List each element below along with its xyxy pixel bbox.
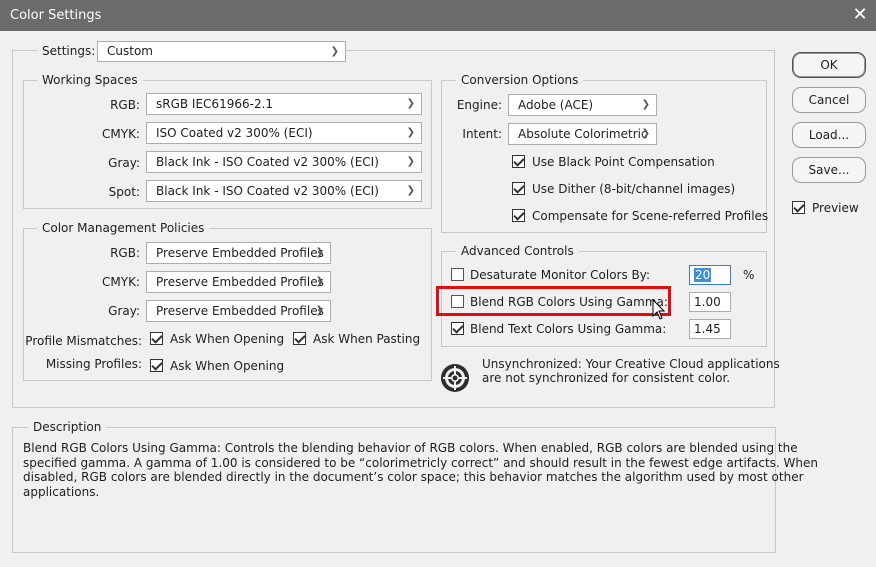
desaturate-checkbox[interactable] xyxy=(451,268,464,281)
intent-dropdown[interactable]: Absolute Colorimetric ❯ xyxy=(508,123,657,145)
ws-cmyk-dropdown[interactable]: ISO Coated v2 300% (ECI) ❯ xyxy=(146,122,422,144)
blend-text-value: 1.45 xyxy=(694,322,721,336)
blend-rgb-label[interactable]: Blend RGB Colors Using Gamma: xyxy=(470,295,668,309)
policy-gray-value: Preserve Embedded Profiles xyxy=(156,304,324,318)
chevron-down-icon: ❯ xyxy=(315,247,324,258)
ws-spot-dropdown[interactable]: Black Ink - ISO Coated v2 300% (ECI) ❯ xyxy=(146,180,422,202)
ws-cmyk-label: CMYK: xyxy=(102,127,140,141)
missing-ask-opening-label[interactable]: Ask When Opening xyxy=(170,359,284,373)
ws-rgb-label: RGB: xyxy=(110,98,140,112)
ws-cmyk-value: ISO Coated v2 300% (ECI) xyxy=(156,126,313,140)
chevron-down-icon: ❯ xyxy=(641,99,650,110)
dither-checkbox[interactable] xyxy=(512,182,525,195)
ask-opening-checkbox[interactable] xyxy=(150,332,163,345)
blend-text-checkbox[interactable] xyxy=(451,322,464,335)
chevron-down-icon: ❯ xyxy=(406,185,415,196)
desaturate-input[interactable]: 20 xyxy=(689,265,731,285)
settings-value: Custom xyxy=(107,44,153,58)
settings-dropdown[interactable]: Custom ❯ xyxy=(97,41,346,62)
working-spaces-legend: Working Spaces xyxy=(37,73,143,87)
ws-rgb-value: sRGB IEC61966-2.1 xyxy=(156,97,274,111)
save-button[interactable]: Save... xyxy=(792,157,866,183)
policy-gray-label: Gray: xyxy=(108,304,140,318)
black-point-label[interactable]: Use Black Point Compensation xyxy=(532,155,715,169)
scene-referred-label[interactable]: Compensate for Scene-referred Profiles xyxy=(532,209,768,223)
blend-text-input[interactable]: 1.45 xyxy=(689,319,731,339)
scene-referred-checkbox[interactable] xyxy=(512,209,525,222)
preview-label[interactable]: Preview xyxy=(812,201,859,215)
missing-ask-opening-checkbox[interactable] xyxy=(150,359,163,372)
close-icon[interactable]: ✕ xyxy=(848,4,872,26)
policy-rgb-value: Preserve Embedded Profiles xyxy=(156,246,324,260)
policy-rgb-dropdown[interactable]: Preserve Embedded Profiles ❯ xyxy=(146,242,331,264)
policy-rgb-label: RGB: xyxy=(110,246,140,260)
conversion-legend: Conversion Options xyxy=(456,73,584,87)
chevron-down-icon: ❯ xyxy=(406,98,415,109)
preview-checkbox[interactable] xyxy=(792,201,805,214)
ws-rgb-dropdown[interactable]: sRGB IEC61966-2.1 ❯ xyxy=(146,93,422,115)
desaturate-label[interactable]: Desaturate Monitor Colors By: xyxy=(470,268,650,282)
ws-gray-dropdown[interactable]: Black Ink - ISO Coated v2 300% (ECI) ❯ xyxy=(146,151,422,173)
chevron-down-icon: ❯ xyxy=(406,127,415,138)
engine-label: Engine: xyxy=(456,98,502,112)
dither-label[interactable]: Use Dither (8-bit/channel images) xyxy=(532,182,735,196)
mouse-cursor-icon xyxy=(652,299,666,320)
engine-value: Adobe (ACE) xyxy=(518,98,594,112)
blend-text-label[interactable]: Blend Text Colors Using Gamma: xyxy=(470,322,666,336)
description-legend: Description xyxy=(28,420,107,434)
black-point-checkbox[interactable] xyxy=(512,155,525,168)
description-line: Blend RGB Colors Using Gamma: Controls t… xyxy=(23,441,798,455)
ask-pasting-label[interactable]: Ask When Pasting xyxy=(313,332,420,346)
description-line: applications. xyxy=(23,484,100,499)
load-button[interactable]: Load... xyxy=(792,122,866,148)
policy-cmyk-dropdown[interactable]: Preserve Embedded Profiles ❯ xyxy=(146,271,331,293)
engine-dropdown[interactable]: Adobe (ACE) ❯ xyxy=(508,94,657,116)
chevron-down-icon: ❯ xyxy=(315,305,324,316)
title-bar: Color Settings ✕ xyxy=(0,0,876,31)
ask-pasting-checkbox[interactable] xyxy=(293,332,306,345)
desaturate-unit: % xyxy=(743,268,755,282)
profile-mismatches-label: Profile Mismatches: xyxy=(25,334,142,348)
policy-cmyk-value: Preserve Embedded Profiles xyxy=(156,275,324,289)
ws-gray-label: Gray: xyxy=(108,156,140,170)
intent-value: Absolute Colorimetric xyxy=(518,127,648,141)
sync-line-2: are not synchronized for consistent colo… xyxy=(482,371,731,385)
ws-gray-value: Black Ink - ISO Coated v2 300% (ECI) xyxy=(156,155,379,169)
chevron-down-icon: ❯ xyxy=(330,46,339,57)
missing-profiles-label: Missing Profiles: xyxy=(45,357,142,371)
ask-opening-label[interactable]: Ask When Opening xyxy=(170,332,284,346)
intent-label: Intent: xyxy=(462,127,502,141)
policy-cmyk-label: CMYK: xyxy=(102,275,140,289)
policies-legend: Color Management Policies xyxy=(37,221,210,235)
ws-spot-label: Spot: xyxy=(108,185,140,199)
ok-button[interactable]: OK xyxy=(792,52,866,78)
blend-rgb-value: 1.00 xyxy=(694,295,721,309)
description-text: Blend RGB Colors Using Gamma: Controls t… xyxy=(23,441,818,499)
policy-gray-dropdown[interactable]: Preserve Embedded Profiles ❯ xyxy=(146,300,331,322)
sync-line-1: Unsynchronized: Your Creative Cloud appl… xyxy=(482,357,780,371)
chevron-down-icon: ❯ xyxy=(406,156,415,167)
settings-label: Settings: xyxy=(37,44,101,58)
sync-status-icon xyxy=(441,364,469,392)
chevron-down-icon: ❯ xyxy=(315,276,324,287)
description-line: disabled, RGB colors are blended directl… xyxy=(23,470,804,484)
cancel-button[interactable]: Cancel xyxy=(792,87,866,113)
blend-rgb-checkbox[interactable] xyxy=(451,295,464,308)
description-line: specified gamma. A gamma of 1.00 is cons… xyxy=(23,455,818,470)
window-title: Color Settings xyxy=(10,8,102,23)
blend-rgb-input[interactable]: 1.00 xyxy=(689,292,731,312)
desaturate-value: 20 xyxy=(694,268,712,282)
ws-spot-value: Black Ink - ISO Coated v2 300% (ECI) xyxy=(156,184,379,198)
advanced-legend: Advanced Controls xyxy=(456,244,579,258)
chevron-down-icon: ❯ xyxy=(641,128,650,139)
